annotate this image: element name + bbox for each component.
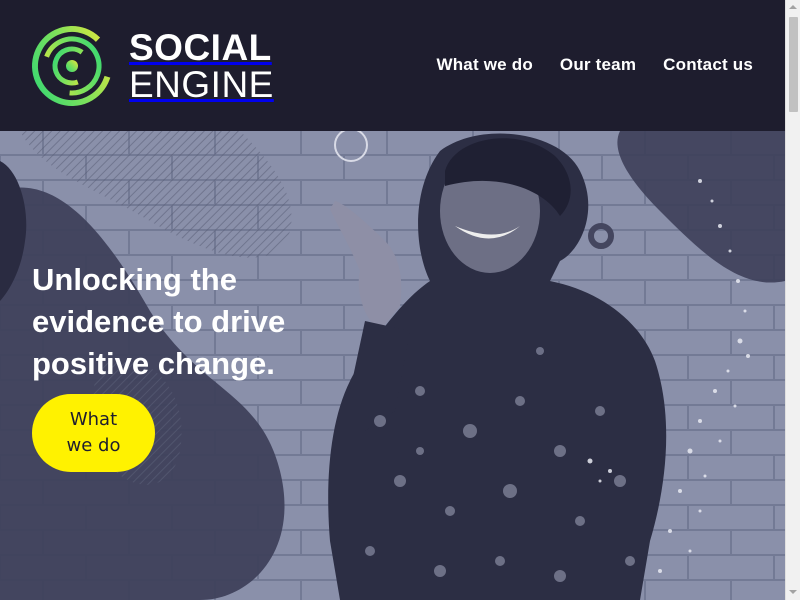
hero-section: Unlocking the evidence to drive positive… (0, 131, 785, 600)
page: SOCIAL ENGINE What we do Our team Contac… (0, 0, 785, 600)
scroll-down-button[interactable] (786, 585, 800, 600)
vertical-scrollbar[interactable] (785, 0, 800, 600)
site-header: SOCIAL ENGINE What we do Our team Contac… (0, 0, 785, 131)
hero-headline: Unlocking the evidence to drive positive… (32, 262, 286, 381)
chevron-up-icon (789, 5, 797, 9)
main-nav: What we do Our team Contact us (436, 55, 753, 75)
scrollbar-thumb[interactable] (789, 17, 798, 112)
nav-link-contact-us[interactable]: Contact us (663, 55, 753, 75)
logo-link[interactable]: SOCIAL ENGINE (31, 25, 274, 107)
logo-rings-icon (32, 26, 112, 106)
logo-text-social: SOCIAL (129, 27, 272, 68)
what-we-do-button[interactable]: What we do (32, 394, 155, 472)
nav-link-our-team[interactable]: Our team (560, 55, 636, 75)
logo-wordmark: SOCIAL ENGINE (129, 29, 274, 103)
chevron-down-icon (789, 590, 797, 594)
nav-link-what-we-do[interactable]: What we do (436, 55, 532, 75)
logo-text-engine: ENGINE (129, 64, 274, 105)
scroll-up-button[interactable] (786, 0, 800, 15)
